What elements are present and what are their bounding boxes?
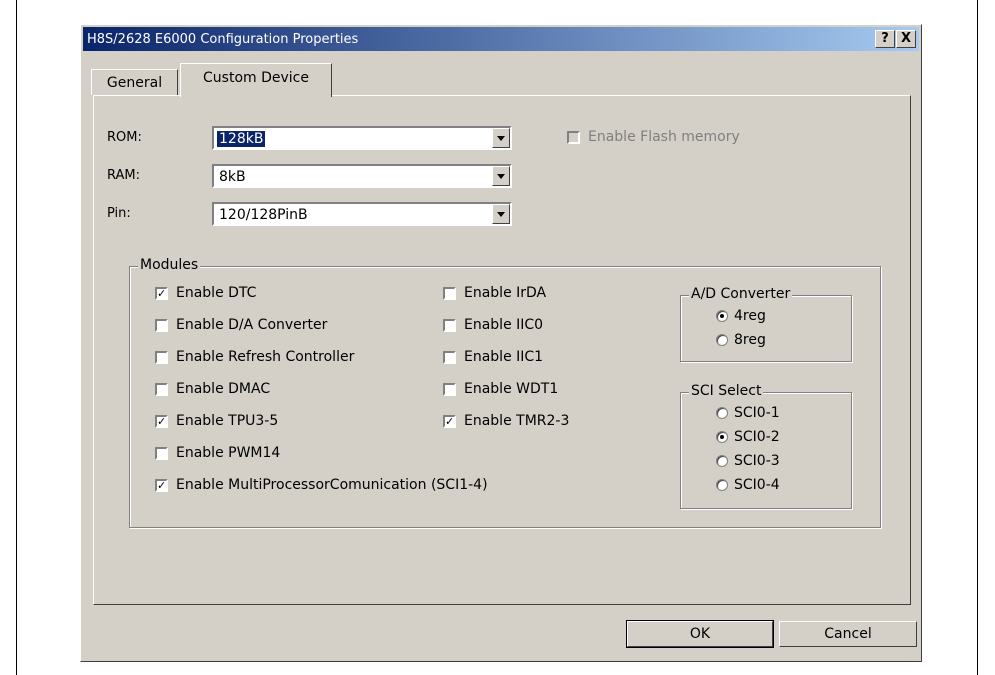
pin-select[interactable]: 120/128PinB [212, 202, 512, 226]
enable-iic1-checkbox[interactable]: Enable IIC1 [443, 349, 543, 365]
checkbox-icon: ✓ [155, 286, 168, 300]
checkbox-icon [155, 382, 168, 396]
checkbox-icon [155, 350, 168, 364]
window-title: H8S/2628 E6000 Configuration Properties [87, 32, 359, 47]
custom-device-panel: ROM: 128kB RAM: 8kB Pin: 120/128PinB Ena… [93, 95, 911, 605]
enable-da-converter-checkbox[interactable]: Enable D/A Converter [155, 317, 327, 333]
radio-label: 4reg [734, 308, 766, 324]
enable-wdt1-checkbox[interactable]: Enable WDT1 [443, 381, 558, 397]
radio-sci0-3[interactable]: SCI0-3 [716, 453, 780, 469]
radio-icon [716, 334, 728, 346]
ram-label: RAM: [107, 168, 140, 183]
radio-label: SCI0-2 [734, 429, 780, 445]
checkbox-label: Enable WDT1 [464, 381, 559, 397]
checkbox-label: Enable IrDA [464, 285, 547, 301]
checkbox-label: Enable DMAC [176, 381, 271, 397]
checkbox-label: Enable IIC0 [464, 317, 544, 333]
enable-iic0-checkbox[interactable]: Enable IIC0 [443, 317, 543, 333]
ok-button[interactable]: OK [626, 620, 774, 648]
checkbox-icon: ✓ [443, 414, 456, 428]
tab-general[interactable]: General [91, 69, 178, 95]
checkbox-icon [155, 318, 168, 332]
enable-dtc-checkbox[interactable]: ✓ Enable DTC [155, 285, 256, 301]
checkbox-label: Enable Refresh Controller [176, 349, 355, 365]
checkbox-icon [443, 382, 456, 396]
sci-select-legend: SCI Select [689, 383, 764, 399]
enable-refresh-controller-checkbox[interactable]: Enable Refresh Controller [155, 349, 354, 365]
checkbox-label: Enable MultiProcessorComunication (SCI1-… [176, 477, 488, 493]
enable-flash-label: Enable Flash memory [588, 129, 740, 145]
enable-multiprocessor-checkbox[interactable]: ✓ Enable MultiProcessorComunication (SCI… [155, 477, 488, 493]
properties-dialog: H8S/2628 E6000 Configuration Properties … [80, 24, 922, 662]
enable-dmac-checkbox[interactable]: Enable DMAC [155, 381, 270, 397]
enable-pwm14-checkbox[interactable]: Enable PWM14 [155, 445, 280, 461]
title-bar[interactable]: H8S/2628 E6000 Configuration Properties … [83, 27, 919, 51]
checkbox-label: Enable TMR2-3 [464, 413, 570, 429]
radio-icon [716, 455, 728, 467]
ad-converter-group: A/D Converter 4reg 8reg [680, 286, 852, 362]
close-button[interactable]: X [896, 30, 916, 48]
rom-select[interactable]: 128kB [212, 126, 512, 150]
pin-label: Pin: [107, 206, 131, 221]
radio-label: SCI0-1 [734, 405, 780, 421]
checkbox-icon: ✓ [155, 478, 168, 492]
checkbox-icon: ✓ [155, 414, 168, 428]
ram-value: 8kB [219, 169, 246, 185]
chevron-down-icon[interactable] [492, 204, 510, 224]
checkbox-icon [443, 318, 456, 332]
cancel-button[interactable]: Cancel [779, 621, 917, 647]
tab-custom-device[interactable]: Custom Device [180, 63, 332, 97]
modules-legend: Modules [138, 257, 201, 273]
checkbox-icon [443, 350, 456, 364]
radio-label: 8reg [734, 332, 766, 348]
help-button[interactable]: ? [875, 30, 895, 48]
radio-icon [716, 310, 728, 322]
sci-select-group: SCI Select SCI0-1 SCI0-2 SCI0-3 SCI0-4 [680, 383, 852, 509]
checkbox-icon [155, 446, 168, 460]
enable-irda-checkbox[interactable]: Enable IrDA [443, 285, 546, 301]
checkbox-icon [443, 286, 456, 300]
radio-icon [716, 431, 728, 443]
ram-select[interactable]: 8kB [212, 164, 512, 188]
rom-value: 128kB [215, 130, 267, 148]
enable-tmr2-3-checkbox[interactable]: ✓ Enable TMR2-3 [443, 413, 569, 429]
page-frame-left [16, 0, 17, 675]
checkbox-label: Enable IIC1 [464, 349, 544, 365]
checkbox-label: Enable TPU3-5 [176, 413, 279, 429]
pin-value: 120/128PinB [219, 207, 308, 223]
checkbox-icon [567, 130, 580, 144]
radio-label: SCI0-4 [734, 477, 780, 493]
checkbox-label: Enable PWM14 [176, 445, 281, 461]
checkbox-label: Enable D/A Converter [176, 317, 328, 333]
radio-sci0-4[interactable]: SCI0-4 [716, 477, 780, 493]
chevron-down-icon[interactable] [492, 128, 510, 148]
modules-group: Modules ✓ Enable DTC Enable D/A Converte… [129, 257, 881, 528]
radio-sci0-2[interactable]: SCI0-2 [716, 429, 780, 445]
enable-tpu3-5-checkbox[interactable]: ✓ Enable TPU3-5 [155, 413, 278, 429]
radio-4reg[interactable]: 4reg [716, 308, 766, 324]
radio-icon [716, 407, 728, 419]
chevron-down-icon[interactable] [492, 166, 510, 186]
checkbox-label: Enable DTC [176, 285, 257, 301]
ad-converter-legend: A/D Converter [689, 286, 793, 302]
radio-8reg[interactable]: 8reg [716, 332, 766, 348]
radio-sci0-1[interactable]: SCI0-1 [716, 405, 780, 421]
radio-icon [716, 479, 728, 491]
rom-label: ROM: [107, 130, 142, 145]
enable-flash-checkbox[interactable]: Enable Flash memory [567, 129, 740, 145]
page-frame-right [977, 0, 978, 675]
radio-label: SCI0-3 [734, 453, 780, 469]
